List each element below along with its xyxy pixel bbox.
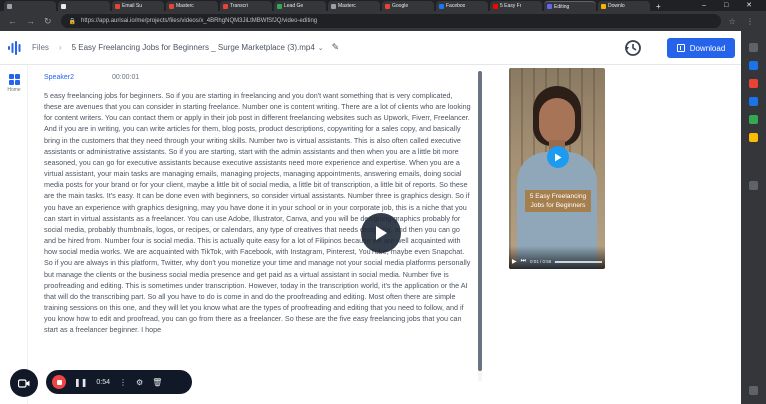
tab-label: Masterc (176, 3, 194, 9)
browser-side-panel (741, 31, 766, 404)
tab-favicon-icon (385, 3, 390, 9)
tab-label: Email Su (122, 3, 143, 9)
tab-favicon-icon (223, 3, 228, 9)
nav-item-home[interactable]: Home (3, 74, 25, 93)
video-camera-icon (18, 378, 30, 388)
grip-icon[interactable]: ⋮ (119, 378, 127, 387)
browser-toolbar: ← → ↻ 🔒 https://app.aurisai.io/me/projec… (0, 11, 766, 31)
browser-tab[interactable] (58, 1, 110, 11)
browser-tab[interactable]: Lead Ge (274, 1, 326, 11)
video-progress-bar[interactable] (554, 260, 602, 263)
sidebar-add-icon[interactable] (749, 181, 758, 190)
home-icon (8, 74, 20, 85)
tab-favicon-icon (601, 3, 606, 9)
browser-tab[interactable]: Google (382, 1, 434, 11)
recording-time: 0:54 (96, 378, 111, 386)
breadcrumb-files[interactable]: Files (32, 43, 49, 52)
address-bar[interactable]: 🔒 https://app.aurisai.io/me/projects/fil… (60, 14, 721, 28)
window-controls[interactable]: – □ ✕ (702, 1, 760, 9)
video-preview[interactable]: 5 Easy Freelancing Jobs for Beginners ▶ … (509, 68, 605, 269)
browser-tab[interactable]: 5 Easy Fr (490, 1, 542, 11)
tab-favicon-icon (61, 3, 66, 9)
trash-icon[interactable]: 🗑 (152, 378, 162, 387)
tab-label: Google (392, 3, 409, 9)
tab-favicon-icon (7, 3, 12, 9)
stop-icon (56, 379, 62, 385)
video-time: 0:01 / 0:56 (530, 259, 552, 264)
video-caption: 5 Easy Freelancing Jobs for Beginners (525, 190, 591, 212)
download-icon (676, 44, 685, 52)
video-progress-fill (554, 260, 556, 263)
browser-tab[interactable]: Editing (544, 1, 596, 11)
download-button[interactable]: Download (667, 38, 735, 58)
browser-tab[interactable]: Masterc (166, 1, 218, 11)
url-text: https://app.aurisai.io/me/projects/files… (81, 18, 318, 24)
tab-label: Transcri (230, 3, 248, 9)
play-icon[interactable]: ▶ (512, 258, 517, 265)
reload-icon[interactable]: ↻ (44, 16, 52, 27)
lock-icon: 🔒 (68, 18, 77, 25)
tab-favicon-icon (277, 3, 282, 9)
browser-tab[interactable] (4, 1, 56, 11)
browser-tab[interactable]: Transcri (220, 1, 272, 11)
browser-tab[interactable]: Email Su (112, 1, 164, 11)
video-controls: ▶ ⏭ 0:01 / 0:56 (509, 246, 605, 269)
transcript-text[interactable]: 5 easy freelancing jobs for beginners. S… (44, 90, 472, 335)
tab-favicon-icon (115, 3, 120, 9)
sidebar-app-icon[interactable] (749, 133, 758, 142)
segment-timestamp[interactable]: 00:00:01 (112, 74, 139, 81)
file-title[interactable]: 5 Easy Freelancing Jobs for Beginners _ … (72, 43, 315, 52)
play-overlay-button[interactable] (361, 213, 401, 253)
play-icon (555, 153, 562, 161)
skip-forward-icon[interactable]: ⏭ (521, 258, 526, 265)
sidebar-app-icon[interactable] (749, 61, 758, 70)
sidebar-settings-icon[interactable] (749, 386, 758, 395)
speaker-label[interactable]: Speaker2 (44, 74, 112, 81)
tab-favicon-icon (331, 3, 336, 9)
camera-toggle-button[interactable] (10, 369, 38, 397)
transcript-segment-header: Speaker2 00:00:01 (44, 70, 484, 84)
play-icon (376, 226, 387, 240)
app-logo-icon[interactable] (0, 31, 30, 65)
video-play-button[interactable] (547, 146, 569, 168)
new-tab-icon[interactable]: + (656, 2, 661, 11)
settings-icon[interactable]: ⚙ (136, 378, 143, 387)
app-topbar: Files › 5 Easy Freelancing Jobs for Begi… (0, 31, 741, 65)
tab-label: Faceboo (446, 3, 466, 9)
forward-icon[interactable]: → (26, 16, 35, 26)
tab-favicon-icon (547, 4, 552, 9)
nav-item-home-label: Home (7, 87, 21, 93)
sidebar-search-icon[interactable] (749, 43, 758, 52)
chevron-down-icon[interactable]: ⌄ (318, 44, 324, 52)
history-icon[interactable] (623, 38, 643, 58)
tab-label: 5 Easy Fr (500, 3, 522, 9)
screen-recorder-toolbar: ❚❚ 0:54 ⋮ ⚙ 🗑 (46, 370, 192, 394)
browser-tab-strip: Email Su Masterc Transcri Lead Ge Masterc Goo… (0, 0, 766, 11)
tab-label: Downlo (608, 3, 625, 9)
tab-favicon-icon (439, 3, 444, 9)
scrollbar-thumb[interactable] (478, 71, 482, 371)
tab-favicon-icon (493, 3, 498, 9)
breadcrumb-separator-icon: › (58, 43, 62, 52)
left-nav: Home (0, 66, 28, 404)
download-label: Download (689, 43, 726, 53)
pencil-icon[interactable]: ✎ (332, 42, 340, 53)
tab-label: Masterc (338, 3, 356, 9)
tab-label: Lead Ge (284, 3, 304, 9)
browser-tab[interactable]: Masterc (328, 1, 380, 11)
tab-label: Editing (554, 3, 570, 10)
browser-menu-icons[interactable]: ☆ ⋮ (729, 17, 758, 26)
browser-tab[interactable]: Faceboo (436, 1, 488, 11)
back-icon[interactable]: ← (8, 16, 17, 26)
browser-tab[interactable]: Downlo (598, 1, 650, 11)
sidebar-app-icon[interactable] (749, 97, 758, 106)
video-frame-face (539, 98, 575, 144)
pause-icon[interactable]: ❚❚ (74, 378, 87, 387)
sidebar-app-icon[interactable] (749, 79, 758, 88)
sidebar-app-icon[interactable] (749, 115, 758, 124)
stop-recording-button[interactable] (52, 375, 66, 389)
transcript-panel: Speaker2 00:00:01 5 easy freelancing job… (36, 70, 484, 390)
app-window: Files › 5 Easy Freelancing Jobs for Begi… (0, 31, 741, 404)
tab-favicon-icon (169, 3, 174, 9)
